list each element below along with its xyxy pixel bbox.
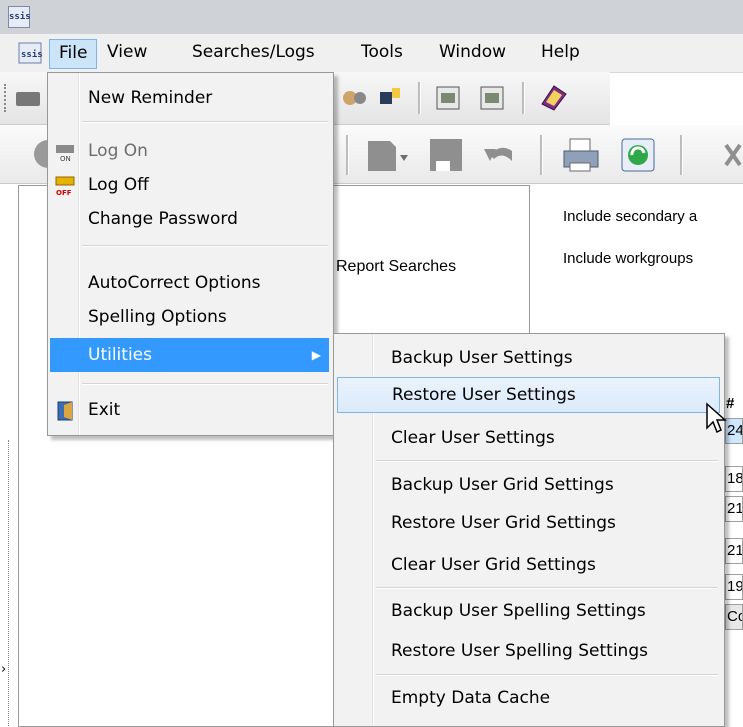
menu-separator — [82, 121, 328, 123]
menu-item-backup-user-settings[interactable]: Backup User Settings — [337, 340, 720, 376]
title-bar: ssis — [0, 0, 743, 35]
undo-icon[interactable] — [480, 137, 520, 173]
document-window-icon[interactable]: ssis — [18, 42, 42, 64]
toolbar-separator — [418, 82, 421, 114]
toolbar-grip[interactable] — [4, 84, 9, 112]
include-workgroups-label: Include workgroups — [563, 250, 694, 267]
save-icon[interactable] — [426, 135, 466, 175]
menu-item-exit[interactable]: Exit — [50, 393, 329, 427]
menu-item-new-reminder[interactable]: New Reminder — [50, 81, 329, 115]
people-search-icon[interactable] — [340, 84, 370, 112]
toolbar-separator — [346, 135, 349, 175]
menu-item-label: Log On — [88, 141, 148, 161]
menu-gutter — [78, 73, 80, 435]
log-on-key-icon: ON — [56, 145, 74, 163]
menu-separator — [376, 674, 718, 676]
svg-text:ON: ON — [60, 155, 71, 163]
grid-cell[interactable]: 18 — [725, 466, 743, 492]
menu-help[interactable]: Help — [532, 37, 589, 67]
server-icon[interactable] — [14, 86, 44, 112]
refresh-icon[interactable] — [618, 135, 658, 175]
menu-item-log-off[interactable]: OFF Log Off — [50, 168, 329, 202]
menu-separator — [82, 383, 328, 385]
grid-cell[interactable]: 19 — [725, 574, 743, 600]
include-secondary-label: Include secondary a — [563, 208, 698, 225]
exit-door-icon — [57, 401, 73, 421]
lookup-icon[interactable] — [376, 84, 406, 112]
submenu-arrow-icon: ▶ — [311, 348, 321, 362]
menu-item-clear-user-settings[interactable]: Clear User Settings — [337, 420, 720, 456]
splitter-left[interactable] — [0, 440, 9, 726]
grid-cell[interactable]: Co — [725, 604, 743, 630]
menu-item-restore-user-spelling-settings[interactable]: Restore User Spelling Settings — [337, 633, 720, 669]
menu-item-spelling-options[interactable]: Spelling Options — [50, 300, 329, 334]
print-icon[interactable] — [560, 135, 602, 175]
menu-item-log-on[interactable]: ON Log On — [50, 134, 329, 168]
new-document-icon[interactable] — [364, 135, 410, 175]
toolbar-separator — [540, 135, 543, 175]
menu-view[interactable]: View — [98, 37, 156, 67]
menu-searches-logs[interactable]: Searches/Logs — [183, 37, 324, 67]
svg-text:ssis: ssis — [21, 49, 42, 60]
menu-item-utilities[interactable]: Utilities ▶ — [50, 338, 329, 372]
menu-item-backup-user-grid-settings[interactable]: Backup User Grid Settings — [337, 467, 720, 503]
menu-item-autocorrect-options[interactable]: AutoCorrect Options — [50, 266, 329, 300]
grid-cell[interactable]: 21 — [725, 538, 743, 564]
report-alt-icon[interactable] — [478, 84, 508, 112]
menu-item-label: Exit — [88, 400, 121, 420]
help-book-icon[interactable] — [536, 82, 570, 112]
svg-text:OFF: OFF — [56, 189, 72, 197]
close-icon[interactable] — [720, 139, 743, 171]
mouse-pointer-icon — [706, 402, 727, 434]
report-icon[interactable] — [434, 84, 464, 112]
menu-tools[interactable]: Tools — [352, 37, 412, 67]
expand-arrow-icon[interactable]: › — [1, 662, 6, 677]
grid-cell[interactable]: 21 — [725, 496, 743, 522]
menu-item-label: Log Off — [88, 175, 149, 195]
menu-item-empty-data-cache[interactable]: Empty Data Cache — [337, 680, 720, 716]
menu-item-restore-user-grid-settings[interactable]: Restore User Grid Settings — [337, 505, 720, 541]
menu-file[interactable]: File — [49, 39, 98, 69]
report-searches-label: Report Searches — [336, 258, 457, 275]
menu-item-clear-user-grid-settings[interactable]: Clear User Grid Settings — [337, 547, 720, 583]
menu-item-label: Utilities — [88, 345, 152, 365]
menu-window[interactable]: Window — [430, 37, 515, 67]
menu-item-restore-user-settings[interactable]: Restore User Settings — [337, 377, 720, 413]
file-menu: New Reminder ON Log On OFF Log Off Chang… — [47, 72, 334, 436]
menu-separator — [82, 245, 328, 247]
toolbar-separator — [680, 135, 683, 175]
utilities-submenu: Backup User Settings Restore User Settin… — [333, 333, 725, 727]
menu-separator — [376, 587, 718, 589]
menu-item-change-password[interactable]: Change Password — [50, 202, 329, 236]
app-logo-icon: ssis — [8, 6, 31, 28]
log-off-key-icon: OFF — [55, 176, 75, 197]
menu-separator — [376, 460, 718, 462]
toolbar-separator — [522, 82, 525, 114]
menu-item-backup-user-spelling-settings[interactable]: Backup User Spelling Settings — [337, 593, 720, 629]
